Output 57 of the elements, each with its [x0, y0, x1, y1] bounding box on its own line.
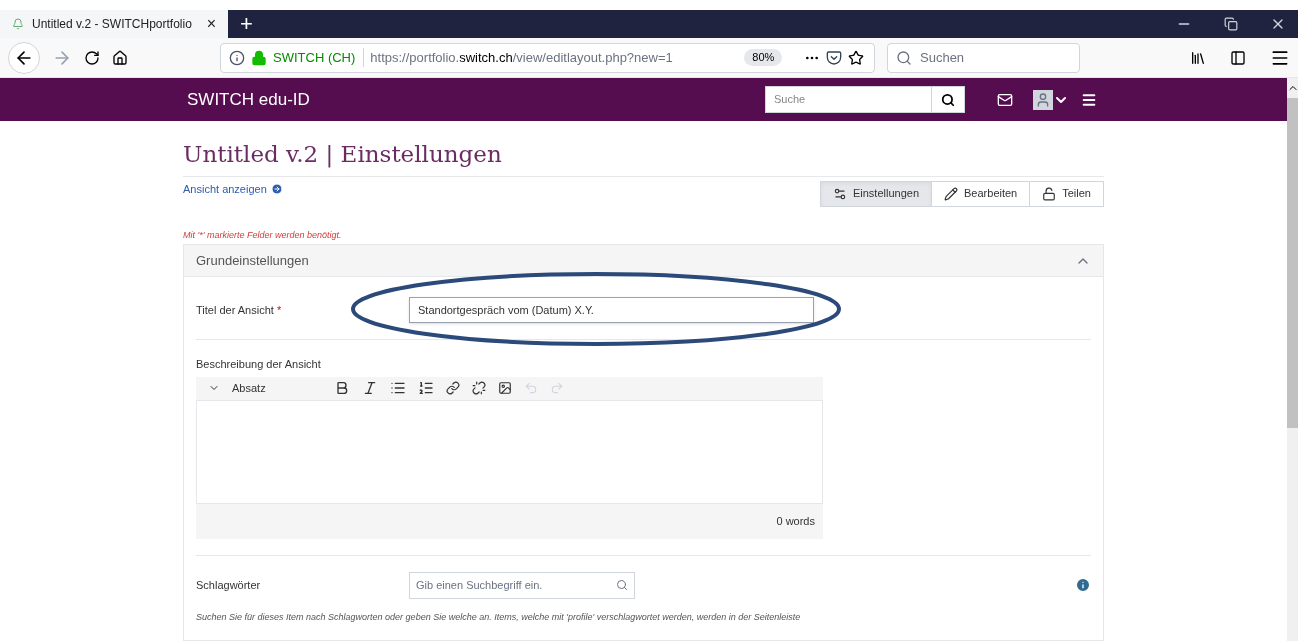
search-icon	[896, 49, 912, 66]
field-label: Titel der Ansicht *	[196, 302, 283, 318]
image-icon[interactable]	[498, 381, 512, 395]
info-icon[interactable]	[1075, 577, 1091, 593]
help-text: Suchen Sie für dieses Item nach Schlagworten oder geben Sie welche an. Items, welche mit 'profile' verschlagwortet werden, werden in der Seitenleiste	[196, 610, 802, 624]
menu-icon[interactable]	[1081, 91, 1097, 108]
sidebar-icon[interactable]	[1230, 49, 1246, 66]
library-icon[interactable]	[1190, 49, 1206, 66]
zoom-badge[interactable]: 80%	[744, 49, 783, 66]
settings-tab[interactable]: Teilen	[1029, 180, 1104, 207]
search-button[interactable]	[932, 86, 965, 113]
settings-tab[interactable]: Bearbeiten	[931, 180, 1031, 207]
field-label: Beschreibung der Ansicht	[196, 357, 322, 372]
tab-close-button[interactable]: ×	[206, 12, 216, 36]
pencil-icon	[944, 186, 959, 201]
search-icon	[616, 579, 628, 591]
address-bar[interactable]: SWITCH (CH) https://portfolio.switch.ch/view/editlayout.php?new=1 80%	[220, 42, 875, 73]
settings-tab[interactable]: Einstellungen	[819, 180, 933, 207]
required-note: Mit '*' markierte Felder werden benötigt.	[183, 228, 343, 242]
info-icon	[229, 49, 245, 66]
format-select[interactable]: Absatz	[232, 379, 322, 397]
tags-search-field[interactable]: Gib einen Suchbegriff ein.	[409, 571, 635, 599]
url-text: https://portfolio.switch.ch/view/editlayout.php?new=1	[370, 48, 674, 67]
page-title: Untitled v.2 | Einstellungen	[183, 137, 1104, 177]
mail-icon[interactable]	[997, 91, 1013, 108]
title-input-field[interactable]: Standortgespräch vom (Datum) X.Y.	[409, 297, 814, 323]
back-button[interactable]	[8, 41, 40, 74]
tab-favicon-icon	[12, 18, 24, 30]
reload-icon[interactable]	[84, 49, 100, 66]
browser-tab[interactable]: Untitled v.2 - SWITCHportfolio ×	[0, 10, 228, 38]
unlink-icon[interactable]	[472, 381, 486, 395]
bold-icon[interactable]	[334, 380, 350, 396]
user-avatar[interactable]	[1033, 89, 1053, 110]
scrollbar[interactable]	[1287, 78, 1298, 641]
site-search-field[interactable]: Suche	[765, 86, 932, 113]
bookmark-star-icon[interactable]	[848, 49, 865, 66]
lock-icon	[251, 49, 267, 66]
numbered-list-icon[interactable]	[418, 380, 434, 396]
tab-title: Untitled v.2 - SWITCHportfolio	[32, 16, 193, 33]
view-link[interactable]: Ansicht anzeigen	[183, 180, 283, 197]
bullet-list-icon[interactable]	[390, 380, 406, 396]
restore-icon[interactable]	[1224, 17, 1238, 31]
site-identity: SWITCH (CH)	[273, 47, 365, 68]
section-title: Grundeinstellungen	[196, 251, 310, 270]
arrow-circle-icon	[270, 182, 283, 195]
word-count: 0 words	[776, 513, 815, 529]
brand-title: SWITCH edu-ID	[187, 88, 310, 111]
padlock-icon	[1042, 186, 1057, 201]
browser-search-field[interactable]: Suchen	[887, 42, 1080, 73]
field-label: Schlagwörter	[196, 577, 262, 593]
link-icon[interactable]	[446, 381, 460, 395]
new-tab-button[interactable]: +	[228, 10, 265, 38]
home-icon[interactable]	[112, 49, 128, 66]
search-icon	[941, 92, 955, 107]
pocket-icon[interactable]	[826, 49, 843, 66]
section-header[interactable]: Grundeinstellungen	[184, 245, 1103, 277]
italic-icon[interactable]	[362, 380, 378, 396]
